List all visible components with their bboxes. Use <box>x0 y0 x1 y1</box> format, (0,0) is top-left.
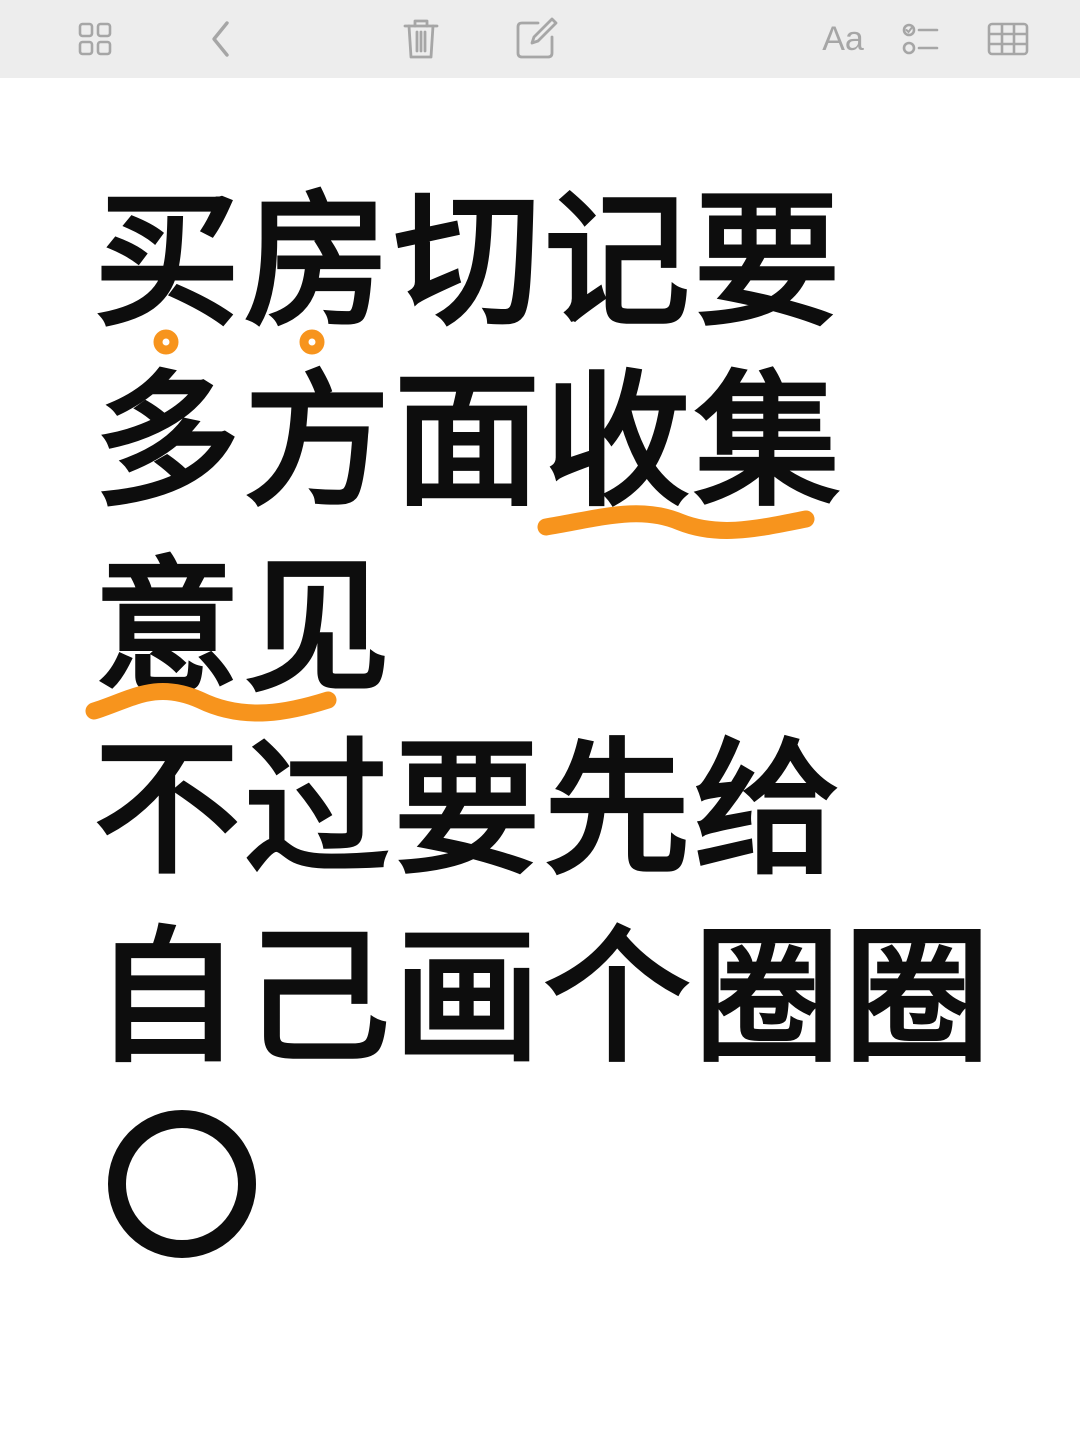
trash-icon <box>402 17 440 61</box>
table-icon <box>987 22 1029 56</box>
gallery-view-button[interactable] <box>64 8 126 70</box>
compose-button[interactable] <box>505 8 567 70</box>
checklist-button[interactable] <box>890 8 952 70</box>
grid-icon <box>77 21 113 57</box>
note-line-5: 自己画个圈圈 <box>94 913 994 1083</box>
note-line-4: 不过要先给 <box>94 725 844 895</box>
drawn-circle-mark <box>108 1110 256 1258</box>
note-line-1: 买房切记要 <box>94 177 844 347</box>
compose-icon <box>514 17 558 61</box>
chevron-left-icon <box>206 19 236 59</box>
delete-button[interactable] <box>390 8 452 70</box>
note-line-2: 多方面收集 <box>94 357 844 527</box>
table-button[interactable] <box>977 8 1039 70</box>
back-button[interactable] <box>190 8 252 70</box>
format-button[interactable]: Aa <box>812 8 874 70</box>
format-label: Aa <box>822 19 864 58</box>
checklist-icon <box>902 22 940 56</box>
toolbar: Aa <box>0 0 1080 78</box>
note-line-3: 意见 <box>94 543 394 713</box>
